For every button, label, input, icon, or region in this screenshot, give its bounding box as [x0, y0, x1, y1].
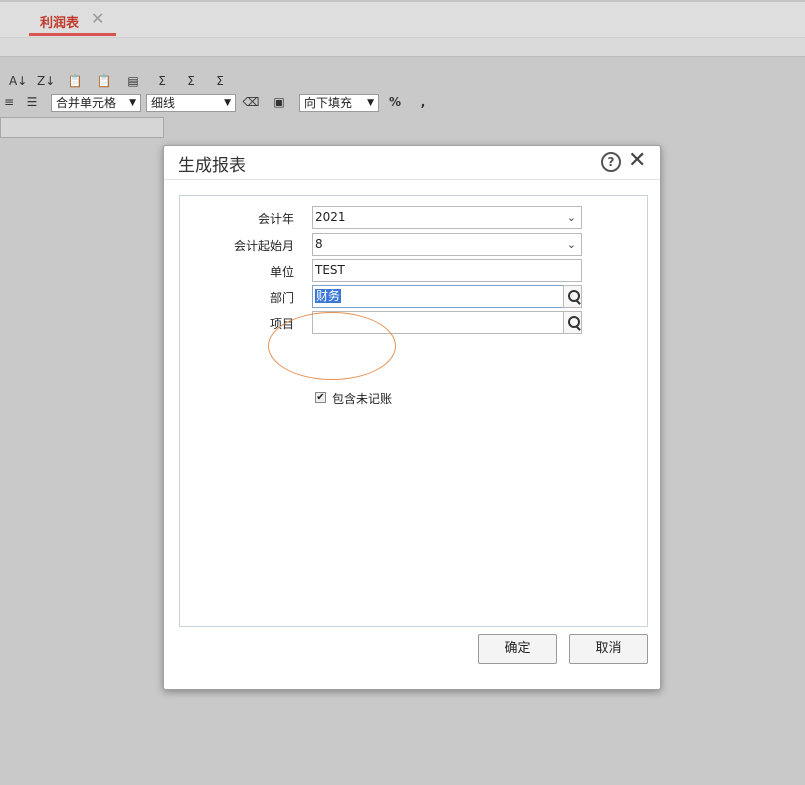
- tab-label: 利润表: [40, 16, 80, 31]
- cancel-button[interactable]: 取消: [569, 634, 648, 664]
- item-label: 项目: [269, 317, 294, 331]
- start-month-value: 8: [315, 237, 323, 251]
- wrap-icon[interactable]: ☰: [23, 93, 41, 111]
- sum-column-icon[interactable]: Σ: [211, 72, 229, 90]
- department-value: 财务: [315, 289, 342, 303]
- year-select[interactable]: 2021 ⌄: [312, 206, 582, 229]
- help-icon[interactable]: ?: [601, 152, 621, 172]
- item-search-button[interactable]: [563, 311, 582, 334]
- sum-icon[interactable]: Σ: [153, 72, 171, 90]
- percent-button[interactable]: %: [386, 93, 404, 111]
- ok-button[interactable]: 确定: [478, 634, 557, 664]
- year-label: 会计年: [257, 212, 294, 226]
- format-icon[interactable]: ▤: [124, 72, 142, 90]
- title-divider: [164, 179, 660, 180]
- item-input[interactable]: [312, 311, 564, 334]
- line-style-select[interactable]: 细线 ▼: [146, 94, 236, 112]
- unit-label: 单位: [269, 265, 294, 279]
- unit-value: TEST: [315, 263, 345, 277]
- sum-row-icon[interactable]: Σ: [182, 72, 200, 90]
- tab-bar: 利润表 ✕: [0, 0, 805, 37]
- start-month-select[interactable]: 8 ⌄: [312, 233, 582, 256]
- toolbar: A↓ Z↓ 📋 📋 ▤ Σ Σ Σ ≡ ☰ 合并单元格 ▼ 细线 ▼ ⌫ ▣ 向下填…: [0, 65, 805, 115]
- department-label: 部门: [269, 291, 294, 305]
- tab-profit-statement[interactable]: 利润表 ✕: [29, 6, 116, 36]
- fill-down-select[interactable]: 向下填充 ▼: [299, 94, 379, 112]
- close-icon[interactable]: ✕: [628, 148, 646, 173]
- format-painter-icon[interactable]: ▣: [270, 93, 288, 111]
- merge-cells-select[interactable]: 合并单元格 ▼: [51, 94, 141, 112]
- include-unposted-checkbox[interactable]: ✔: [315, 392, 326, 403]
- sort-descending-icon[interactable]: Z↓: [37, 72, 55, 90]
- form-panel: 会计年 2021 ⌄ 会计起始月 8 ⌄ 单位 TEST 部门 财务 项目 ✔ …: [179, 195, 648, 627]
- ribbon-strip: [0, 37, 805, 57]
- generate-report-dialog: 生成报表 ? ✕ 会计年 2021 ⌄ 会计起始月 8 ⌄ 单位 TEST 部门…: [163, 145, 661, 690]
- paste-special-icon[interactable]: 📋: [95, 72, 113, 90]
- year-value: 2021: [315, 210, 346, 224]
- align-icon[interactable]: ≡: [0, 93, 18, 111]
- department-search-button[interactable]: [563, 285, 582, 308]
- paste-icon[interactable]: 📋: [66, 72, 84, 90]
- start-month-label: 会计起始月: [233, 239, 294, 253]
- chevron-down-icon: ⌄: [566, 238, 576, 251]
- unit-input[interactable]: TEST: [312, 259, 582, 282]
- tab-close-icon[interactable]: ✕: [91, 9, 104, 28]
- department-input[interactable]: 财务: [312, 285, 564, 308]
- include-unposted-label: 包含未记账: [332, 392, 393, 406]
- dialog-title: 生成报表: [178, 156, 246, 176]
- sort-ascending-icon[interactable]: A↓: [9, 72, 27, 90]
- name-box[interactable]: [0, 117, 164, 138]
- eraser-icon[interactable]: ⌫: [242, 93, 260, 111]
- comma-button[interactable]: ,: [414, 93, 432, 111]
- chevron-down-icon: ⌄: [566, 211, 576, 224]
